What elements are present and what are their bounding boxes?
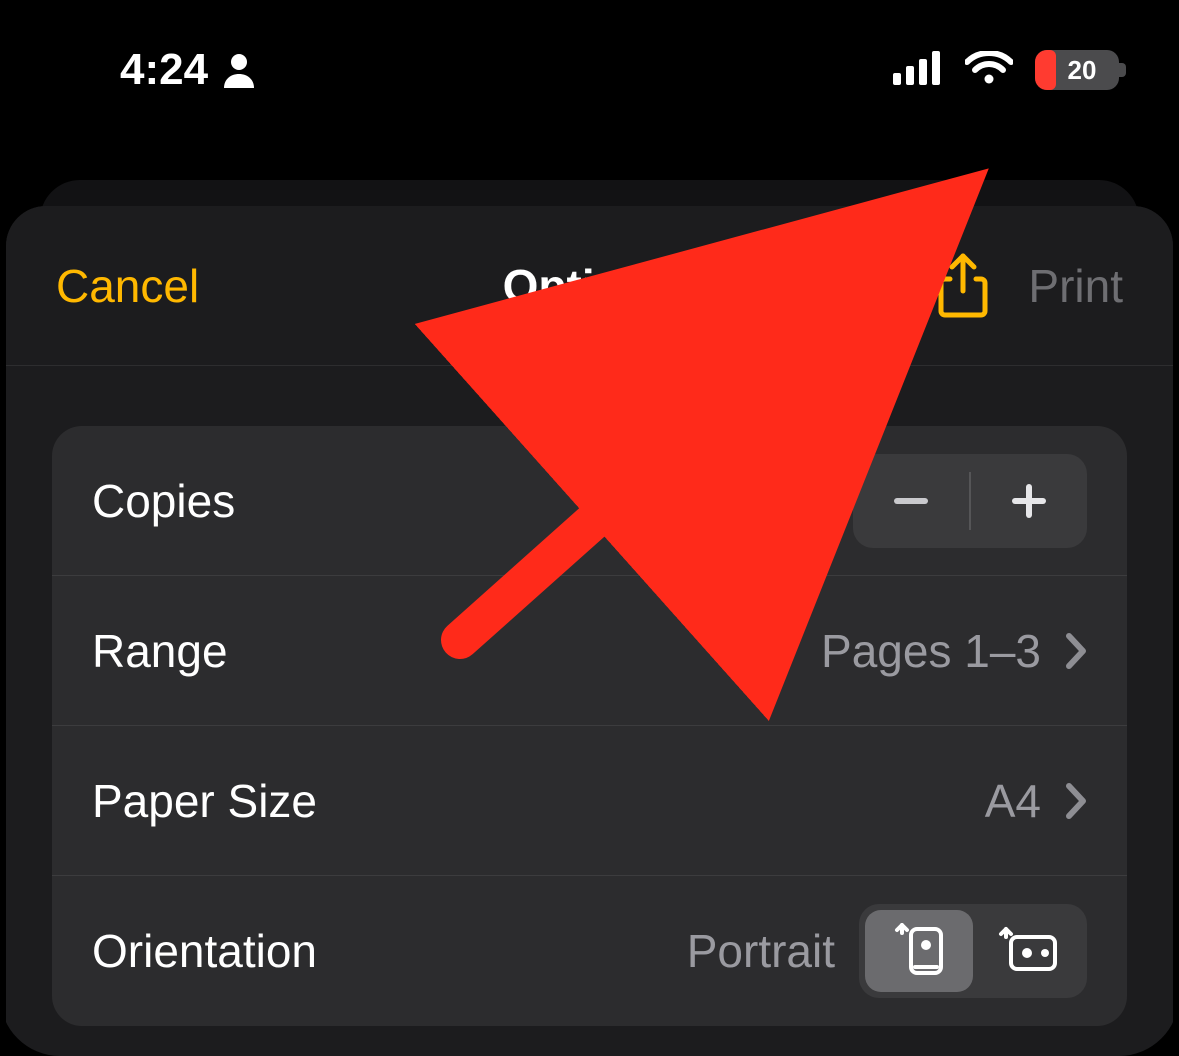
orientation-label: Orientation	[92, 924, 663, 978]
paper-size-value: A4	[985, 774, 1041, 828]
copies-stepper	[853, 454, 1087, 548]
orientation-value: Portrait	[687, 924, 835, 978]
status-bar-left: 4:24	[120, 45, 256, 95]
orientation-segmented	[859, 904, 1087, 998]
orientation-row: Orientation Portrait	[52, 876, 1127, 1026]
print-options-sheet: Cancel Options Print Copies 1	[6, 206, 1173, 1056]
share-button[interactable]	[938, 253, 988, 319]
cancel-button[interactable]: Cancel	[56, 259, 412, 313]
status-bar-right: 20	[893, 50, 1119, 90]
clock-text: 4:24	[120, 45, 208, 95]
person-icon	[222, 52, 256, 88]
wifi-icon	[965, 51, 1013, 90]
sheet-navbar: Cancel Options Print	[6, 206, 1173, 366]
share-icon	[938, 253, 988, 319]
cellular-icon	[893, 51, 943, 90]
copies-increment-button[interactable]	[971, 454, 1087, 548]
print-button[interactable]: Print	[1028, 259, 1123, 313]
sheet-title: Options	[412, 259, 768, 313]
status-bar: 4:24	[0, 0, 1179, 140]
copies-decrement-button[interactable]	[853, 454, 969, 548]
range-row[interactable]: Range Pages 1–3	[52, 576, 1127, 726]
battery-icon: 20	[1035, 50, 1119, 90]
copies-label: Copies	[92, 474, 629, 528]
copies-input[interactable]: 1	[653, 454, 829, 548]
paper-size-row[interactable]: Paper Size A4	[52, 726, 1127, 876]
options-group: Copies 1	[52, 426, 1127, 1026]
options-list: Copies 1	[6, 366, 1173, 1026]
orientation-portrait-button[interactable]	[865, 910, 973, 992]
paper-size-label: Paper Size	[92, 774, 961, 828]
range-label: Range	[92, 624, 797, 678]
battery-text: 20	[1035, 55, 1119, 86]
device-frame: 4:24	[0, 0, 1179, 1056]
chevron-right-icon	[1065, 632, 1087, 670]
chevron-right-icon	[1065, 782, 1087, 820]
range-value: Pages 1–3	[821, 624, 1041, 678]
orientation-landscape-button[interactable]	[973, 910, 1081, 992]
copies-row: Copies 1	[52, 426, 1127, 576]
